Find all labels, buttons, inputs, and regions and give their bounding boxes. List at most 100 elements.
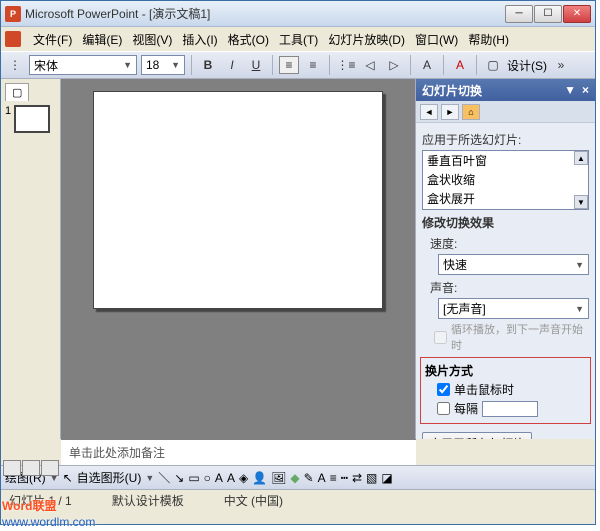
taskpane-title: 幻灯片切换 [422,82,482,99]
modify-label: 修改切换效果 [422,214,589,231]
speed-combo[interactable]: 快速▼ [438,254,589,275]
slideshow-view-button[interactable] [41,460,59,476]
size-value: 18 [146,58,159,72]
on-click-checkbox[interactable] [437,383,450,396]
sound-label: 声音: [430,279,589,296]
picture-tool[interactable]: 🖼 [271,471,286,485]
arrow-style-tool[interactable]: ⇄ [352,471,362,485]
close-button[interactable]: ✕ [563,5,591,23]
shadow-tool[interactable]: ▧ [366,471,377,485]
app-icon: P [5,6,21,22]
notes-placeholder: 单击此处添加备注 [69,446,165,460]
list-item[interactable]: 盒状展开 [423,189,574,208]
notes-pane[interactable]: 单击此处添加备注 [61,439,416,465]
scroll-down-icon[interactable]: ▼ [574,195,588,209]
dash-style-tool[interactable]: ┅ [341,471,348,485]
oval-tool[interactable]: ○ [204,471,211,485]
every-label: 每隔 [454,400,478,417]
toolbar-overflow-icon[interactable]: » [551,55,571,75]
nav-back-button[interactable]: ◄ [420,104,438,120]
bold-button[interactable]: B [198,55,218,75]
menu-window[interactable]: 窗口(W) [411,29,462,50]
status-slide: 幻灯片 1 / 1 [9,492,72,509]
line-style-tool[interactable]: ≡ [330,471,337,485]
scroll-up-icon[interactable]: ▲ [574,151,588,165]
menu-format[interactable]: 格式(O) [224,29,273,50]
speed-value: 快速 [443,256,467,273]
indent-button[interactable]: ▷ [384,55,404,75]
status-template: 默认设计模板 [112,492,184,509]
sorter-view-button[interactable] [22,460,40,476]
3d-tool[interactable]: ◪ [381,471,392,485]
loop-label: 循环播放，到下一声音开始时 [451,321,589,353]
taskpane-close-icon[interactable]: × [582,83,589,97]
on-click-label: 单击鼠标时 [454,381,514,398]
thumbnail-pane: ▢ 1 [1,79,61,439]
menu-bar: 文件(F) 编辑(E) 视图(V) 插入(I) 格式(O) 工具(T) 幻灯片放… [1,27,595,51]
bullets-button[interactable]: ⋮≡ [336,55,356,75]
font-size-up-button[interactable]: A [417,55,437,75]
list-item[interactable]: 盒状收缩 [423,170,574,189]
font-color-button[interactable]: A [450,55,470,75]
slide-number: 1 [5,105,11,133]
menu-edit[interactable]: 编辑(E) [78,29,126,50]
fill-color-tool[interactable]: ◆ [290,471,299,485]
align-center-button[interactable]: ≡ [303,55,323,75]
transition-list[interactable]: 垂直百叶窗 盒状收缩 盒状展开 ▲ ▼ [422,150,589,210]
align-left-button[interactable]: ≡ [279,56,299,74]
font-value: 宋体 [34,57,58,74]
outdent-button[interactable]: ◁ [360,55,380,75]
wordart-tool[interactable]: A [227,471,235,485]
font-combo[interactable]: 宋体▼ [29,55,137,75]
slide-canvas[interactable] [93,91,383,309]
nav-home-button[interactable]: ⌂ [462,104,480,120]
sound-combo[interactable]: [无声音]▼ [438,298,589,319]
clipart-tool[interactable]: 👤 [252,471,267,485]
minimize-button[interactable]: ─ [505,5,533,23]
diagram-tool[interactable]: ◈ [239,471,248,485]
design-button[interactable]: ▢ [483,55,503,75]
italic-button[interactable]: I [222,55,242,75]
task-pane: 幻灯片切换 ▼ × ◄ ► ⌂ 应用于所选幻灯片: 垂直百叶窗 盒状收缩 盒状展… [415,79,595,439]
advance-label: 换片方式 [425,362,586,379]
list-item[interactable]: 垂直百叶窗 [423,151,574,170]
window-title: Microsoft PowerPoint - [演示文稿1] [25,5,505,22]
line-color-tool[interactable]: ✎ [304,471,314,485]
menu-help[interactable]: 帮助(H) [464,29,513,50]
loop-checkbox [434,331,447,344]
nav-fwd-button[interactable]: ► [441,104,459,120]
menu-slideshow[interactable]: 幻灯片放映(D) [324,29,409,50]
line-tool[interactable]: ＼ [158,469,170,486]
slide-editor[interactable] [61,79,415,439]
status-bar: 幻灯片 1 / 1 默认设计模板 中文 (中国) [1,489,595,511]
rect-tool[interactable]: ▭ [188,471,199,485]
menu-file[interactable]: 文件(F) [29,29,76,50]
sound-value: [无声音] [443,300,486,317]
textbox-tool[interactable]: A [215,471,223,485]
slides-tab[interactable]: ▢ [5,83,29,101]
menu-view[interactable]: 视图(V) [128,29,176,50]
status-lang: 中文 (中国) [224,492,283,509]
format-toolbar: ⋮ 宋体▼ 18▼ B I U ≡ ≡ ⋮≡ ◁ ▷ A A ▢ 设计(S) » [1,51,595,79]
drawing-toolbar: 绘图(R)▼ ↖ 自选图形(U)▼ ＼ ↘ ▭ ○ A A ◈ 👤 🖼 ◆ ✎ … [1,465,595,489]
autoshapes-menu[interactable]: 自选图形(U) [77,469,142,486]
taskpane-menu-icon[interactable]: ▼ [564,83,576,97]
speed-label: 速度: [430,235,589,252]
menu-insert[interactable]: 插入(I) [178,29,221,50]
normal-view-button[interactable] [3,460,21,476]
underline-button[interactable]: U [246,55,266,75]
slide-thumbnail[interactable] [14,105,50,133]
apply-all-button[interactable]: 应用于所有幻灯片 [422,432,532,439]
menu-tools[interactable]: 工具(T) [275,29,322,50]
maximize-button[interactable]: ☐ [534,5,562,23]
design-label[interactable]: 设计(S) [507,57,547,74]
toolbar-handle-icon[interactable]: ⋮ [5,55,25,75]
select-tool[interactable]: ↖ [63,471,73,485]
apply-label: 应用于所选幻灯片: [422,131,589,148]
every-spinner[interactable] [482,401,538,417]
size-combo[interactable]: 18▼ [141,55,185,75]
every-checkbox[interactable] [437,402,450,415]
font-color-tool[interactable]: A [318,471,326,485]
doc-icon [5,31,21,47]
arrow-tool[interactable]: ↘ [174,471,184,485]
